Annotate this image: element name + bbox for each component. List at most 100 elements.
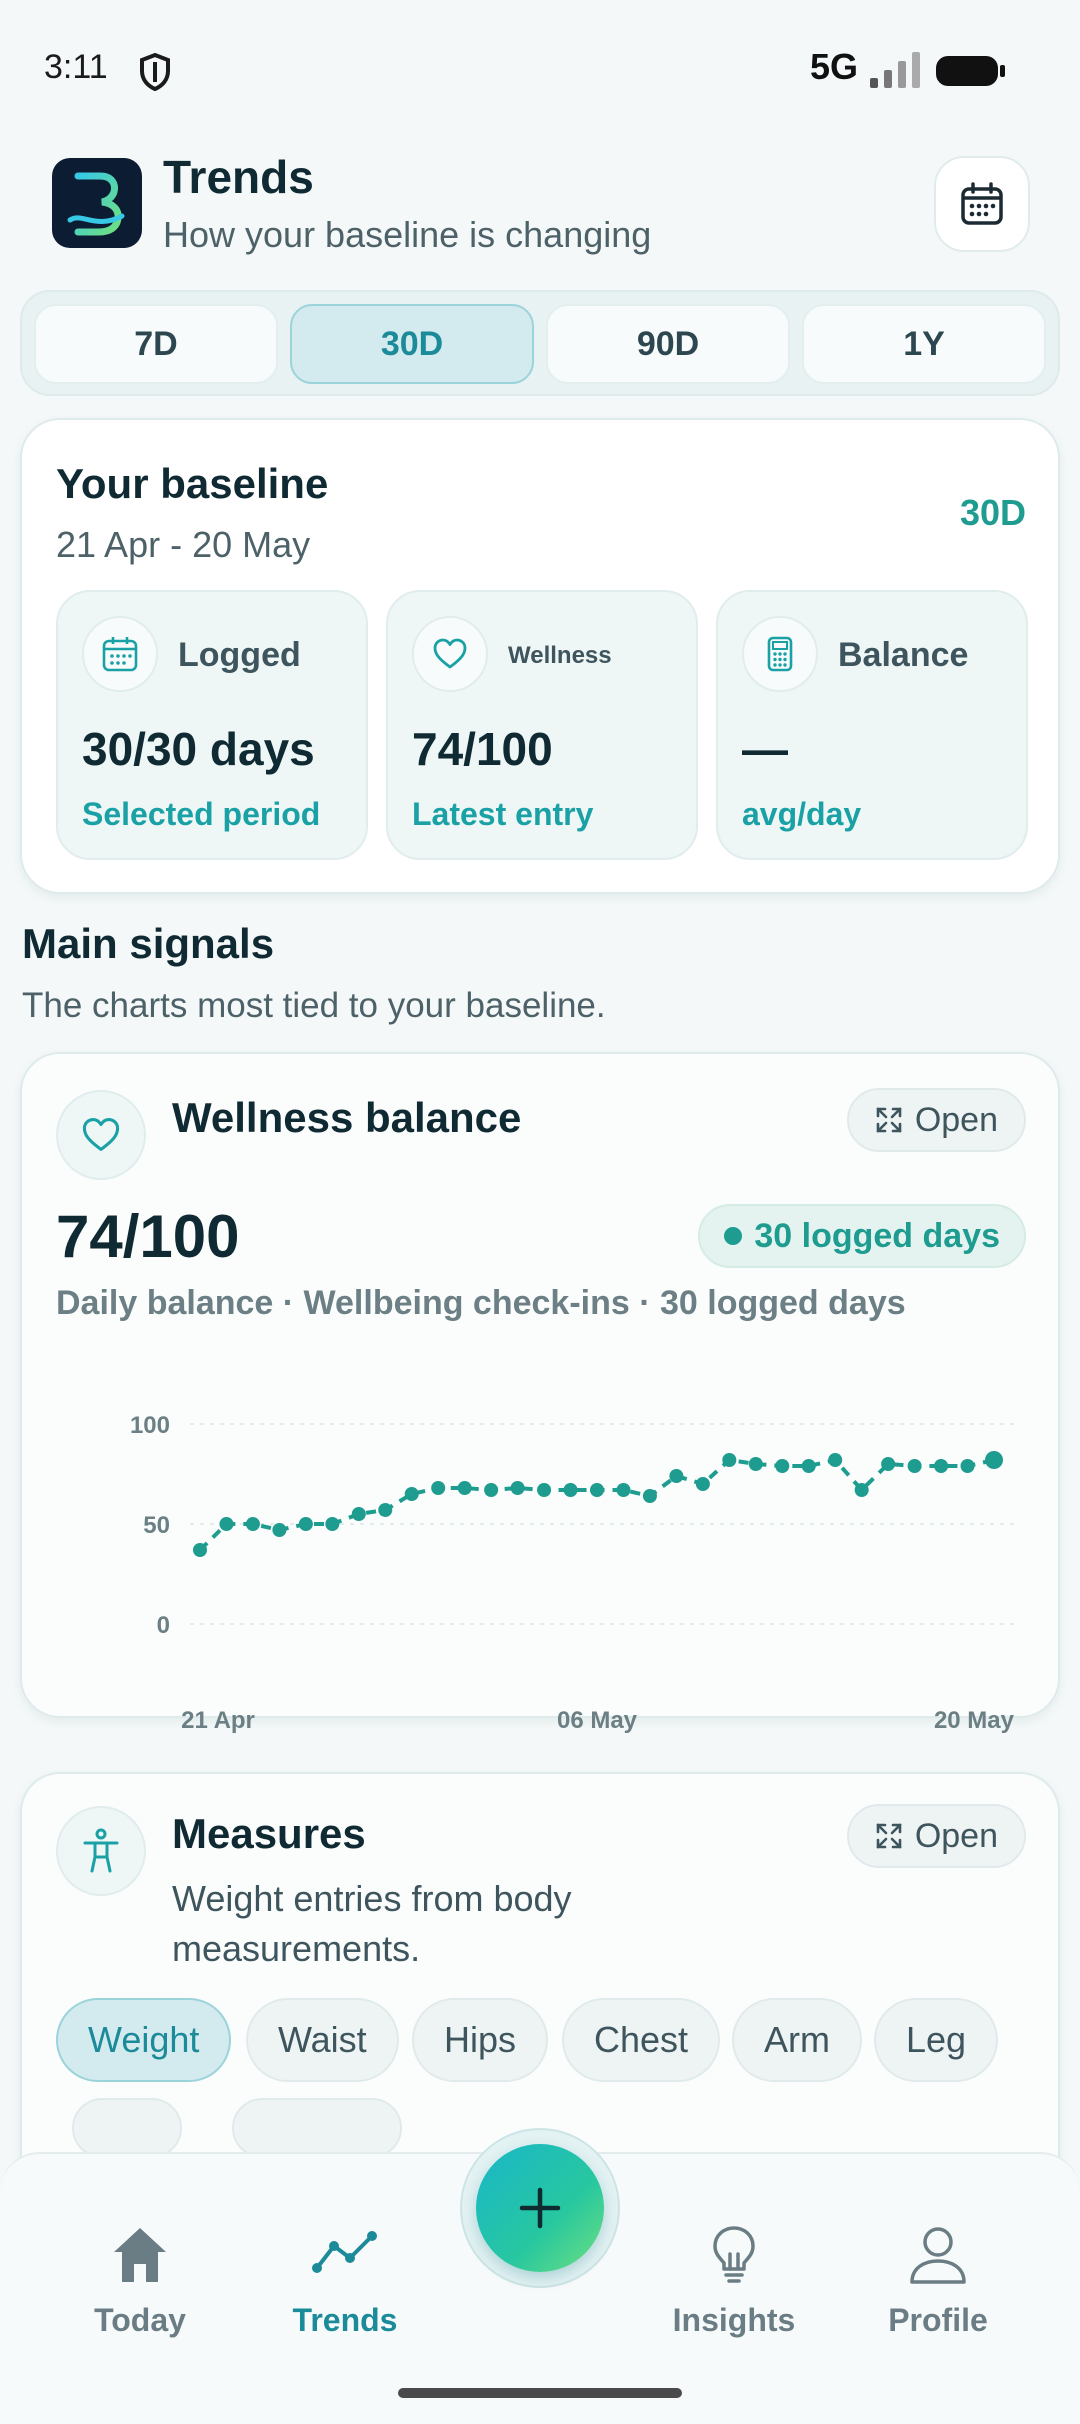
calendar-icon <box>961 182 1003 225</box>
stat-wellness[interactable]: Wellness 74/100 Latest entry <box>386 590 698 860</box>
measures-card[interactable]: Measures Open Weight entries from body m… <box>20 1772 1060 2172</box>
wellness-card[interactable]: Wellness balance Open 74/100 30 logged d… <box>20 1052 1060 1734</box>
chip-chest[interactable]: Chest <box>562 1998 721 2082</box>
home-indicator <box>398 2388 682 2398</box>
data-point <box>537 1483 552 1497</box>
chip-hips[interactable]: Hips <box>412 1998 549 2082</box>
user-icon <box>910 2227 966 2284</box>
range-selector: 7D 30D 90D 1Y <box>20 290 1060 396</box>
nav-label: Trends <box>292 2302 398 2338</box>
data-point <box>642 1489 657 1503</box>
data-point <box>404 1487 419 1501</box>
data-point <box>934 1459 949 1473</box>
data-point <box>881 1457 896 1471</box>
data-point <box>510 1481 525 1495</box>
nav-insights[interactable]: Insights <box>644 2202 824 2382</box>
stat-sub: avg/day <box>742 796 862 832</box>
section-title: Main signals <box>22 920 275 967</box>
nav-trends[interactable]: Trends <box>255 2202 435 2382</box>
wellness-title: Wellness balance <box>172 1094 522 1141</box>
data-point <box>960 1459 975 1473</box>
nav-label: Today <box>94 2302 186 2338</box>
home-icon <box>114 2228 166 2282</box>
plus-icon <box>519 2187 561 2229</box>
measures-description: Weight entries from body measurements. <box>172 1878 572 1969</box>
chip-waist[interactable]: Waist <box>246 1998 399 2082</box>
data-point <box>484 1483 499 1497</box>
data-point <box>854 1483 869 1497</box>
data-point <box>272 1523 287 1537</box>
baseline-card: Your baseline 21 Apr - 20 May 30D Logged… <box>20 418 1060 894</box>
nav-profile[interactable]: Profile <box>848 2202 1028 2382</box>
y-tick-label: 0 <box>157 1612 170 1639</box>
chip-partial[interactable] <box>72 2098 182 2158</box>
tab-30d[interactable]: 30D <box>290 304 534 384</box>
data-point <box>245 1517 260 1531</box>
baseline-date-range: 21 Apr - 20 May <box>56 524 311 565</box>
data-point <box>431 1481 446 1495</box>
body-icon <box>56 1806 146 1896</box>
network-type: 5G <box>810 46 859 87</box>
data-point <box>695 1477 710 1491</box>
nav-label: Insights <box>672 2302 796 2338</box>
open-label: Open <box>914 1816 998 1855</box>
app-logo <box>52 158 142 248</box>
lightbulb-icon <box>713 2226 755 2283</box>
stat-value: 30/30 days <box>82 723 315 775</box>
section-subtitle: The charts most tied to your baseline. <box>22 986 606 1025</box>
wellness-value: 74/100 <box>56 1203 240 1270</box>
battery-icon <box>936 56 1005 86</box>
logged-days-label: 30 logged days <box>754 1216 1000 1255</box>
heart-icon <box>56 1090 146 1180</box>
data-point <box>590 1483 604 1497</box>
baseline-title: Your baseline <box>56 460 329 507</box>
wellness-open-button[interactable]: Open <box>846 1088 1026 1152</box>
open-label: Open <box>914 1100 998 1139</box>
data-point <box>801 1459 816 1473</box>
baseline-range-badge: 30D <box>959 492 1026 533</box>
data-point <box>351 1507 366 1521</box>
status-bar: 3:11 5G <box>0 0 1080 140</box>
data-point <box>828 1453 843 1467</box>
chip-weight[interactable]: Weight <box>56 1998 232 2082</box>
data-point <box>193 1543 207 1557</box>
stat-logged[interactable]: Logged 30/30 days Selected period <box>56 590 368 860</box>
data-point <box>985 1451 1003 1469</box>
nav-label: Profile <box>888 2302 988 2338</box>
stat-balance[interactable]: Balance — avg/day <box>716 590 1028 860</box>
page-title: Trends <box>163 151 314 203</box>
x-tick-label: 06 May <box>557 1707 638 1734</box>
data-point <box>219 1517 234 1531</box>
tab-90d[interactable]: 90D <box>546 304 790 384</box>
data-point <box>616 1483 631 1497</box>
data-point <box>457 1481 472 1495</box>
stat-label: Balance <box>838 636 969 674</box>
data-point <box>298 1517 313 1531</box>
stat-sub: Selected period <box>82 796 321 832</box>
x-tick-label: 20 May <box>934 1707 1015 1734</box>
calendar-button[interactable] <box>934 156 1030 252</box>
y-tick-label: 100 <box>130 1412 170 1439</box>
logged-days-badge: 30 logged days <box>698 1204 1026 1268</box>
heart-icon <box>412 616 488 692</box>
chip-partial[interactable] <box>232 2098 402 2158</box>
tab-1y[interactable]: 1Y <box>802 304 1046 384</box>
data-point <box>748 1457 763 1471</box>
chip-leg[interactable]: Leg <box>874 1998 999 2082</box>
trend-icon <box>312 2231 377 2273</box>
add-entry-button[interactable] <box>476 2144 604 2272</box>
wellness-chart: 0 50 100 21 Apr 06 May 20 May <box>130 1412 1015 1734</box>
x-tick-label: 21 Apr <box>181 1707 255 1734</box>
data-point <box>907 1459 922 1473</box>
measures-open-button[interactable]: Open <box>846 1804 1026 1868</box>
status-time: 3:11 <box>44 48 108 86</box>
expand-icon <box>876 1823 902 1849</box>
signal-icon <box>870 52 920 88</box>
chip-arm[interactable]: Arm <box>732 1998 862 2082</box>
nav-today[interactable]: Today <box>50 2202 230 2382</box>
tab-7d[interactable]: 7D <box>34 304 278 384</box>
calendar-icon <box>82 616 158 692</box>
data-point <box>378 1503 393 1517</box>
calculator-icon <box>742 616 818 692</box>
stat-sub: Latest entry <box>412 796 594 832</box>
